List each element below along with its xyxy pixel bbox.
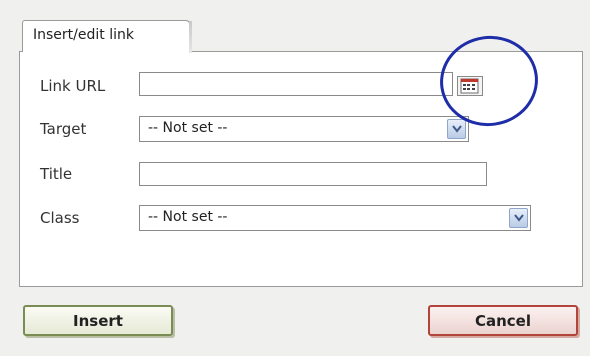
chevron-down-icon[interactable] xyxy=(447,119,466,139)
insert-edit-link-dialog: Insert/edit link Link URL Target -- Not … xyxy=(0,0,590,356)
cancel-button[interactable]: Cancel xyxy=(428,305,578,336)
link-url-label: Link URL xyxy=(40,77,106,95)
title-label: Title xyxy=(40,165,73,183)
link-url-input[interactable] xyxy=(139,72,453,96)
tab-insert-edit-link[interactable]: Insert/edit link xyxy=(22,20,192,53)
class-select[interactable]: -- Not set -- xyxy=(139,205,531,231)
insert-button[interactable]: Insert xyxy=(23,305,173,336)
chevron-down-icon[interactable] xyxy=(509,208,528,228)
class-label: Class xyxy=(40,209,80,227)
target-selected-value: -- Not set -- xyxy=(148,120,228,136)
target-select[interactable]: -- Not set -- xyxy=(139,116,469,142)
target-label: Target xyxy=(40,120,87,138)
tab-label: Insert/edit link xyxy=(33,27,134,43)
class-selected-value: -- Not set -- xyxy=(148,209,228,225)
title-input[interactable] xyxy=(139,162,487,186)
